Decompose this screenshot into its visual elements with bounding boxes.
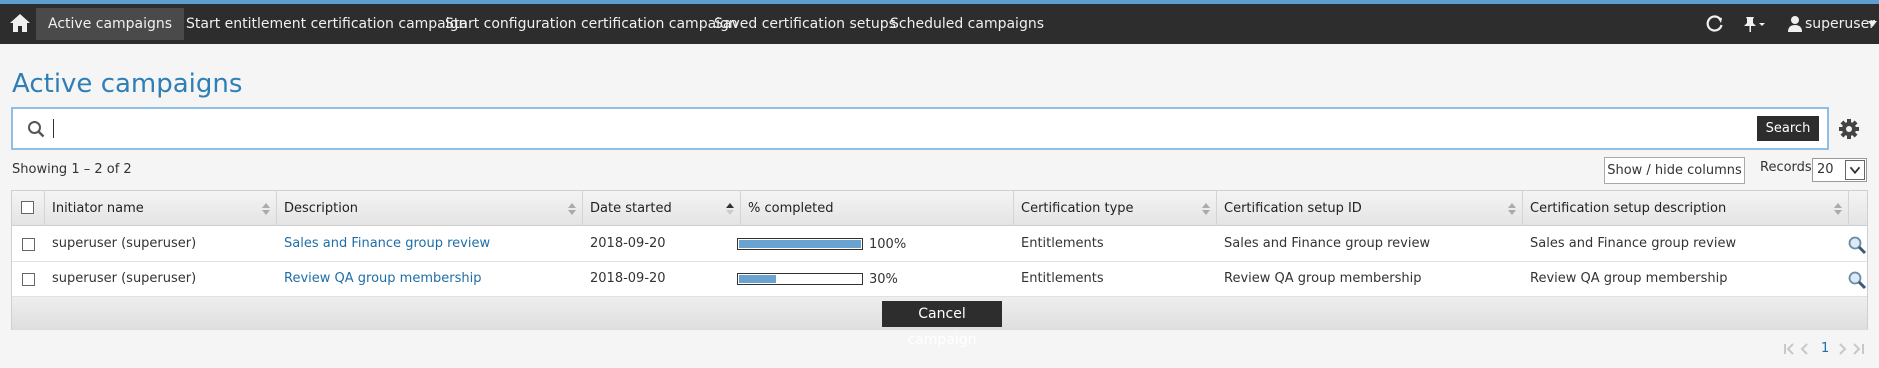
nav-start-configuration-campaign[interactable]: Start configuration certification campai… xyxy=(445,8,738,40)
progress-fill xyxy=(739,275,776,283)
refresh-icon[interactable] xyxy=(1706,15,1724,33)
sort-icon[interactable] xyxy=(1508,203,1516,215)
cancel-campaign-button[interactable]: Cancel campaign xyxy=(882,301,1002,348)
initiator-cell: superuser (superuser) xyxy=(52,236,197,251)
date-cell: 2018-09-20 xyxy=(590,271,666,286)
progress-bar xyxy=(737,273,863,285)
table-header: Initiator name Description Date started … xyxy=(12,191,1867,226)
column-header-label: Certification setup description xyxy=(1530,201,1727,216)
description-link[interactable]: Sales and Finance group review xyxy=(277,227,490,262)
pager-page-number[interactable]: 1 xyxy=(1821,341,1829,356)
sort-icon[interactable] xyxy=(262,203,270,215)
table-row[interactable]: superuser (superuser) Review QA group me… xyxy=(12,262,1867,297)
column-header-label: Certification setup ID xyxy=(1224,201,1362,216)
date-cell: 2018-09-20 xyxy=(590,236,666,251)
user-icon xyxy=(1788,16,1802,32)
nav-active-campaigns[interactable]: Active campaigns xyxy=(36,8,185,40)
percent-label: 30% xyxy=(869,272,898,287)
nav-scheduled-campaigns[interactable]: Scheduled campaigns xyxy=(890,8,1044,40)
row-checkbox[interactable] xyxy=(22,273,35,286)
user-menu[interactable]: superuser xyxy=(1805,4,1875,44)
page-title: Active campaigns xyxy=(12,69,243,99)
home-icon[interactable] xyxy=(8,11,32,35)
search-input[interactable]: Search xyxy=(11,107,1829,150)
progress-fill xyxy=(739,240,861,248)
magnify-icon[interactable] xyxy=(1847,235,1867,255)
setup-id-cell: Review QA group membership xyxy=(1224,271,1422,286)
progress-bar xyxy=(737,238,863,250)
gear-icon[interactable] xyxy=(1838,118,1860,140)
nav-start-entitlement-campaign[interactable]: Start entitlement certification campaign xyxy=(186,8,467,40)
magnify-icon[interactable] xyxy=(1847,270,1867,290)
pin-icon[interactable] xyxy=(1743,15,1769,33)
select-all-checkbox[interactable] xyxy=(21,201,34,214)
column-header-initiator[interactable]: Initiator name xyxy=(45,191,277,226)
select-all-cell xyxy=(12,191,45,226)
search-icon xyxy=(28,121,45,138)
setup-id-cell: Sales and Finance group review xyxy=(1224,236,1431,251)
text-caret xyxy=(53,119,54,138)
records-value: 20 xyxy=(1817,162,1834,177)
search-button[interactable]: Search xyxy=(1757,116,1819,141)
row-checkbox[interactable] xyxy=(22,238,35,251)
certification-type-cell: Entitlements xyxy=(1021,236,1104,251)
initiator-cell: superuser (superuser) xyxy=(52,271,197,286)
pager-next-last-icons[interactable] xyxy=(1834,342,1868,356)
column-header-setup-description[interactable]: Certification setup description xyxy=(1523,191,1849,226)
column-header-label: Certification type xyxy=(1021,201,1134,216)
sort-icon[interactable] xyxy=(1834,203,1842,215)
results-count: Showing 1 – 2 of 2 xyxy=(12,162,132,177)
column-header-certification-type[interactable]: Certification type xyxy=(1014,191,1217,226)
campaigns-table: Initiator name Description Date started … xyxy=(11,190,1868,348)
column-header-date-started[interactable]: Date started xyxy=(583,191,741,226)
description-link[interactable]: Review QA group membership xyxy=(277,262,481,297)
percent-label: 100% xyxy=(869,237,907,252)
column-header-description[interactable]: Description xyxy=(277,191,583,226)
certification-type-cell: Entitlements xyxy=(1021,271,1104,286)
column-header-label: Initiator name xyxy=(52,201,144,216)
chevron-down-icon[interactable] xyxy=(1868,21,1877,27)
setup-description-cell: Review QA group membership xyxy=(1530,271,1728,286)
column-header-actions xyxy=(1849,191,1869,226)
table-footer: Cancel campaign xyxy=(12,297,1867,348)
records-per-page-select[interactable]: 20 xyxy=(1812,158,1867,182)
sort-icon[interactable] xyxy=(568,203,576,215)
column-header-label: Description xyxy=(284,201,359,216)
records-label: Records xyxy=(1760,160,1812,175)
column-header-percent-completed[interactable]: % completed xyxy=(741,191,1014,226)
setup-description-cell: Sales and Finance group review xyxy=(1530,236,1737,251)
column-header-label: % completed xyxy=(748,201,834,216)
sort-ascending-icon[interactable] xyxy=(726,203,734,215)
pager-first-prev-icons[interactable] xyxy=(1783,342,1813,356)
table-row[interactable]: superuser (superuser) Sales and Finance … xyxy=(12,227,1867,262)
column-header-setup-id[interactable]: Certification setup ID xyxy=(1217,191,1523,226)
nav-saved-setups[interactable]: Saved certification setups xyxy=(714,8,896,40)
column-header-label: Date started xyxy=(590,201,672,216)
chevron-down-icon[interactable] xyxy=(1845,160,1865,180)
top-navbar: Active campaigns Start entitlement certi… xyxy=(0,4,1879,44)
sort-icon[interactable] xyxy=(1202,203,1210,215)
show-hide-columns-button[interactable]: Show / hide columns xyxy=(1604,157,1745,184)
